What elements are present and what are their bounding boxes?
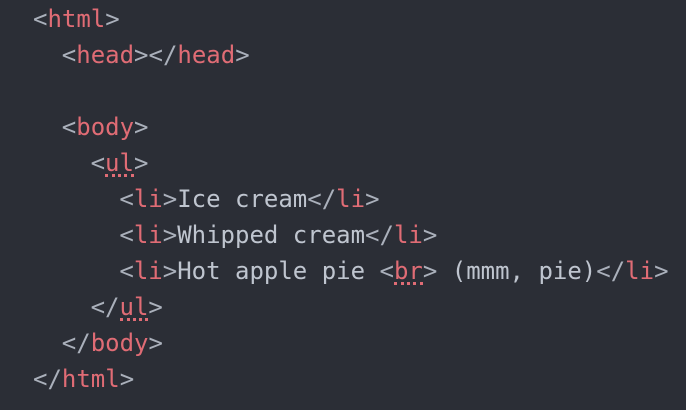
tag-bracket: </ (33, 365, 62, 393)
tag-bracket: > (162, 257, 178, 285)
tag-bracket: > (133, 149, 149, 177)
tag-bracket: > (365, 185, 380, 213)
tag-name: html (47, 5, 106, 33)
tag-name: body (90, 329, 149, 357)
tag-bracket: > (422, 221, 438, 249)
tag-bracket: > (148, 329, 163, 357)
tag-bracket: < (90, 149, 106, 177)
tag-bracket: > (162, 221, 178, 249)
tag-bracket: > (162, 185, 178, 213)
tag-name: body (76, 113, 135, 141)
tag-bracket: > (422, 257, 438, 285)
code-line[interactable]: <li>Whipped cream</li> (119, 217, 437, 253)
tag-bracket: < (33, 5, 48, 33)
text-content: Ice cream (177, 185, 308, 213)
tag-bracket: < (61, 113, 77, 141)
code-line[interactable]: <body> (62, 109, 149, 145)
tag-name: head (76, 41, 135, 69)
code-line[interactable]: <li>Ice cream</li> (119, 181, 379, 217)
tag-bracket: </ (61, 329, 91, 357)
text-content: Hot apple pie (177, 257, 380, 285)
text-content: (mmm, pie) (437, 257, 597, 285)
tag-name: li (336, 185, 366, 213)
tag-name: li (133, 185, 163, 213)
tag-bracket: </ (90, 293, 120, 321)
tag-bracket: ></ (134, 41, 178, 69)
tag-name: li (133, 257, 163, 285)
tag-bracket: < (119, 257, 134, 285)
code-line[interactable]: </body> (62, 325, 163, 361)
tag-bracket: </ (307, 185, 337, 213)
tag-bracket: </ (365, 221, 394, 249)
text-content: Whipped cream (177, 221, 366, 249)
tag-name-lint-warning: ul (119, 289, 148, 325)
tag-bracket: > (148, 293, 163, 321)
tag-bracket: < (119, 221, 134, 249)
tag-name: head (177, 41, 236, 69)
tag-bracket: < (379, 257, 394, 285)
tag-bracket: > (105, 5, 120, 33)
tag-bracket: > (134, 113, 149, 141)
tag-name: html (61, 365, 120, 393)
code-line[interactable]: </html> (33, 361, 134, 397)
tag-bracket: > (119, 365, 135, 393)
tag-name-lint-warning: br (393, 253, 423, 289)
tag-bracket: > (235, 41, 250, 69)
tag-bracket: < (61, 41, 77, 69)
tag-bracket: < (119, 185, 134, 213)
tag-name-lint-warning: ul (105, 145, 134, 181)
tag-name: li (133, 221, 163, 249)
code-line[interactable]: <li>Hot apple pie <br> (mmm, pie)</li> (119, 253, 669, 289)
code-line[interactable]: <ul> (90, 145, 149, 181)
code-editor[interactable]: <html> <head></head> <body> <ul> <li>Ice cre… (0, 0, 686, 410)
tag-name: li (393, 221, 423, 249)
code-line[interactable]: <head></head> (62, 37, 250, 73)
tag-bracket: > (654, 257, 669, 285)
tag-bracket: </ (596, 257, 626, 285)
code-line[interactable]: </ul> (91, 289, 163, 325)
tag-name: li (625, 257, 655, 285)
code-line[interactable]: <html> (33, 1, 120, 37)
